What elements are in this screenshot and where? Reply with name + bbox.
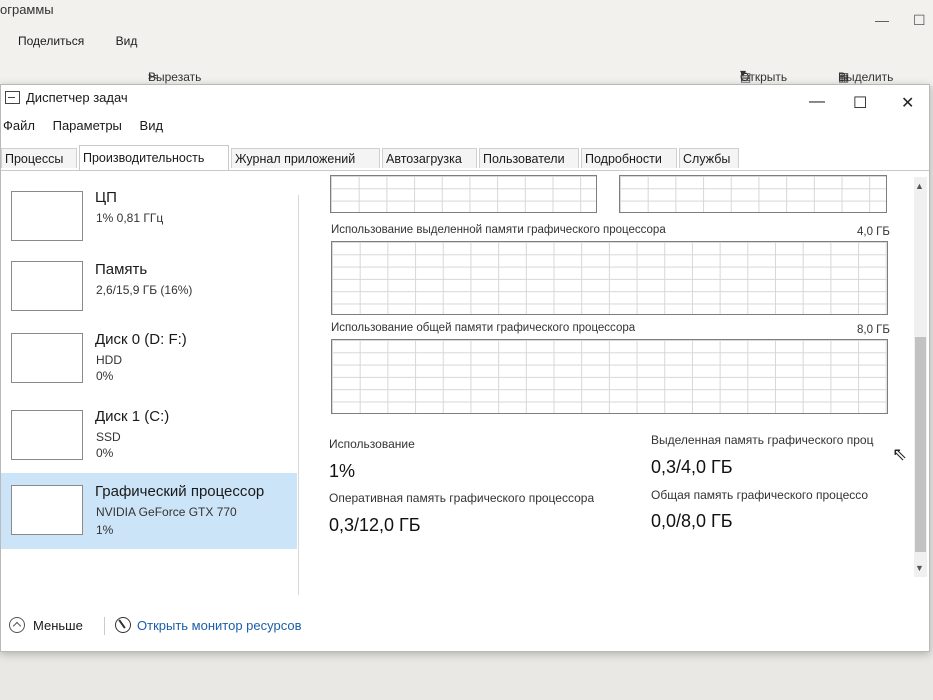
menu-bar: Файл Параметры Вид xyxy=(3,118,177,133)
shared-memory-graph-max: 8,0 ГБ xyxy=(857,324,890,336)
disk1-thumbnail-graph xyxy=(11,410,83,460)
usage-value: 1% xyxy=(329,461,356,481)
cpu-thumbnail-graph xyxy=(11,191,83,241)
resource-memory[interactable]: Память 2,6/15,9 ГБ (16%) xyxy=(1,253,297,323)
open-button[interactable]: ▤ Открыть ▾ xyxy=(740,66,787,84)
shared-memory-value: 0,0/8,0 ГБ xyxy=(651,511,733,531)
engine-graph-left xyxy=(330,175,597,213)
scroll-up-icon[interactable]: ▲ xyxy=(915,181,924,191)
background-window-title: ограммы xyxy=(0,2,54,17)
resource-model: NVIDIA GeForce GTX 770 xyxy=(96,505,237,519)
chevron-up-circle-icon xyxy=(9,617,25,633)
tab-details[interactable]: Подробности xyxy=(581,148,677,168)
engine-graph-right xyxy=(619,175,887,213)
background-minimize-icon[interactable]: — xyxy=(875,12,889,28)
resource-type: HDD xyxy=(96,353,122,367)
menu-options[interactable]: Параметры xyxy=(53,118,122,133)
scrollbar-thumb[interactable] xyxy=(915,337,926,552)
background-explorer-window: ограммы — ☐ Поделиться Вид ✂ Вырезать ▤ … xyxy=(0,0,933,98)
resource-title: Диск 0 (D: F:) xyxy=(95,331,187,348)
tab-services[interactable]: Службы xyxy=(679,148,739,168)
resource-title: Память xyxy=(95,261,148,278)
panel-divider[interactable] xyxy=(298,195,299,595)
menu-view[interactable]: Вид xyxy=(140,118,164,133)
background-maximize-icon[interactable]: ☐ xyxy=(913,12,926,29)
window-title: Диспетчер задач xyxy=(26,90,128,105)
fewer-details-button[interactable]: Меньше xyxy=(9,617,83,633)
mouse-cursor-icon: ⇖ xyxy=(892,444,908,464)
resource-monitor-icon xyxy=(115,617,131,633)
dedicated-memory-graph-max: 4,0 ГБ xyxy=(857,226,890,238)
task-manager-icon xyxy=(5,91,20,104)
footer: Меньше Открыть монитор ресурсов xyxy=(1,607,929,651)
resource-title: Графический процессор xyxy=(95,483,265,500)
background-ribbon-toolbar: ✂ Вырезать ▤ Открыть ▾ ▦ Выделить все xyxy=(148,66,894,98)
task-manager-window: Диспетчер задач — ☐ ✕ Файл Параметры Вид… xyxy=(0,84,930,652)
gpu-ram-label: Оперативная память графического процессо… xyxy=(329,491,595,505)
shared-memory-graph xyxy=(331,339,888,414)
resource-detail: 1% 0,81 ГГц xyxy=(96,211,164,225)
resource-disk-0[interactable]: Диск 0 (D: F:) HDD 0% xyxy=(1,325,297,395)
tab-performance[interactable]: Производительность xyxy=(79,145,229,170)
tab-bar: Процессы Производительность Журнал прило… xyxy=(1,145,929,171)
close-button[interactable]: ✕ xyxy=(901,93,914,113)
dedicated-memory-value: 0,3/4,0 ГБ xyxy=(651,457,733,477)
scroll-down-icon[interactable]: ▼ xyxy=(915,563,924,573)
shared-memory-label: Общая память графического процессо xyxy=(651,488,869,502)
menu-file[interactable]: Файл xyxy=(3,118,35,133)
resource-detail: 2,6/15,9 ГБ (16%) xyxy=(96,283,193,297)
gpu-ram-value: 0,3/12,0 ГБ xyxy=(329,515,421,535)
maximize-button[interactable]: ☐ xyxy=(853,93,867,113)
open-resource-monitor-link[interactable]: Открыть монитор ресурсов xyxy=(115,617,301,633)
memory-thumbnail-graph xyxy=(11,261,83,311)
resource-list: ЦП 1% 0,81 ГГц Память 2,6/15,9 ГБ (16%) … xyxy=(1,171,299,591)
background-ribbon-tabs: Поделиться Вид xyxy=(18,34,165,48)
resource-usage: 0% xyxy=(96,369,114,383)
usage-label: Использование xyxy=(329,437,415,451)
resource-usage: 1% xyxy=(96,523,114,537)
open-resource-monitor-label: Открыть монитор ресурсов xyxy=(137,617,302,633)
resource-gpu[interactable]: Графический процессор NVIDIA GeForce GTX… xyxy=(1,473,297,549)
resource-disk-1[interactable]: Диск 1 (C:) SSD 0% xyxy=(1,402,297,472)
disk0-thumbnail-graph xyxy=(11,333,83,383)
dedicated-memory-graph-label: Использование выделенной памяти графичес… xyxy=(331,224,666,236)
vertical-scrollbar[interactable]: ▲ ▼ xyxy=(914,177,927,577)
resource-type: SSD xyxy=(96,430,121,444)
gpu-detail-panel: Использование выделенной памяти графичес… xyxy=(311,171,911,591)
tab-app-history[interactable]: Журнал приложений xyxy=(231,148,380,168)
gpu-thumbnail-graph xyxy=(11,485,83,535)
title-bar: Диспетчер задач xyxy=(5,90,128,105)
tab-users[interactable]: Пользователи xyxy=(479,148,579,168)
footer-separator xyxy=(104,617,105,635)
tab-startup[interactable]: Автозагрузка xyxy=(382,148,477,168)
resource-cpu[interactable]: ЦП 1% 0,81 ГГц xyxy=(1,183,297,253)
dedicated-memory-graph xyxy=(331,241,888,315)
tab-processes[interactable]: Процессы xyxy=(1,148,77,168)
ribbon-tab-share[interactable]: Поделиться xyxy=(18,34,84,48)
resource-usage: 0% xyxy=(96,446,114,460)
resource-title: Диск 1 (C:) xyxy=(95,408,170,425)
minimize-button[interactable]: — xyxy=(809,93,825,111)
shared-memory-graph-label: Использование общей памяти графического … xyxy=(331,322,636,334)
fewer-details-label: Меньше xyxy=(33,617,83,633)
dedicated-memory-label: Выделенная память графического проц xyxy=(651,433,874,447)
resource-title: ЦП xyxy=(95,189,117,206)
ribbon-tab-view[interactable]: Вид xyxy=(116,34,138,48)
